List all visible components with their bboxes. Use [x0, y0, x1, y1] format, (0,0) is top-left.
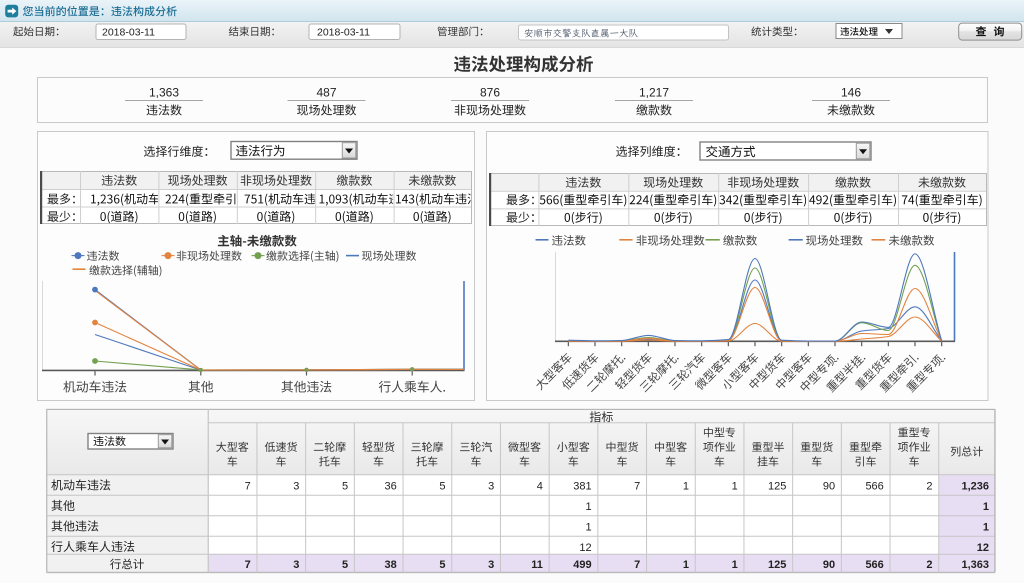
svg-text:3: 3 — [488, 481, 494, 493]
svg-text:90: 90 — [823, 481, 835, 493]
svg-text:12: 12 — [977, 542, 989, 554]
svg-text:7: 7 — [634, 481, 640, 493]
svg-text:7: 7 — [245, 481, 251, 493]
svg-text:146: 146 — [841, 86, 861, 100]
svg-text:7: 7 — [634, 559, 640, 571]
svg-text:2018-03-11: 2018-03-11 — [102, 27, 155, 39]
svg-text:125: 125 — [768, 559, 786, 571]
svg-text:7: 7 — [245, 559, 251, 571]
svg-text:1: 1 — [732, 559, 738, 571]
svg-text:11: 11 — [531, 559, 543, 571]
svg-text:1: 1 — [683, 559, 689, 571]
svg-text:1: 1 — [732, 481, 738, 493]
svg-text:1,217: 1,217 — [639, 86, 669, 100]
svg-text:90: 90 — [823, 559, 835, 571]
svg-text:3: 3 — [488, 559, 494, 571]
svg-text:2: 2 — [926, 559, 932, 571]
svg-text:566: 566 — [865, 559, 883, 571]
svg-text:487: 487 — [316, 86, 336, 100]
svg-text:1: 1 — [585, 522, 591, 534]
svg-text:38: 38 — [385, 559, 397, 571]
svg-text:125: 125 — [768, 481, 786, 493]
svg-text:1: 1 — [983, 522, 989, 534]
svg-text:12: 12 — [579, 542, 591, 554]
svg-text:1: 1 — [683, 481, 689, 493]
svg-text:36: 36 — [385, 481, 397, 493]
svg-text:876: 876 — [480, 86, 500, 100]
svg-text:1,363: 1,363 — [149, 86, 179, 100]
svg-text:5: 5 — [342, 481, 348, 493]
svg-text:1: 1 — [585, 501, 591, 513]
svg-text:566: 566 — [865, 481, 883, 493]
svg-text:5: 5 — [439, 559, 445, 571]
svg-text:5: 5 — [439, 481, 445, 493]
svg-text:1: 1 — [983, 501, 989, 513]
svg-text:1,236: 1,236 — [961, 481, 989, 493]
svg-text:2: 2 — [926, 481, 932, 493]
svg-text:3: 3 — [293, 559, 299, 571]
svg-text:2018-03-11: 2018-03-11 — [317, 27, 370, 39]
svg-text:3: 3 — [293, 481, 299, 493]
svg-text:4: 4 — [537, 481, 543, 493]
svg-text:381: 381 — [573, 481, 591, 493]
svg-text:5: 5 — [342, 559, 348, 571]
svg-text:499: 499 — [573, 559, 591, 571]
svg-text:1,363: 1,363 — [961, 559, 989, 571]
